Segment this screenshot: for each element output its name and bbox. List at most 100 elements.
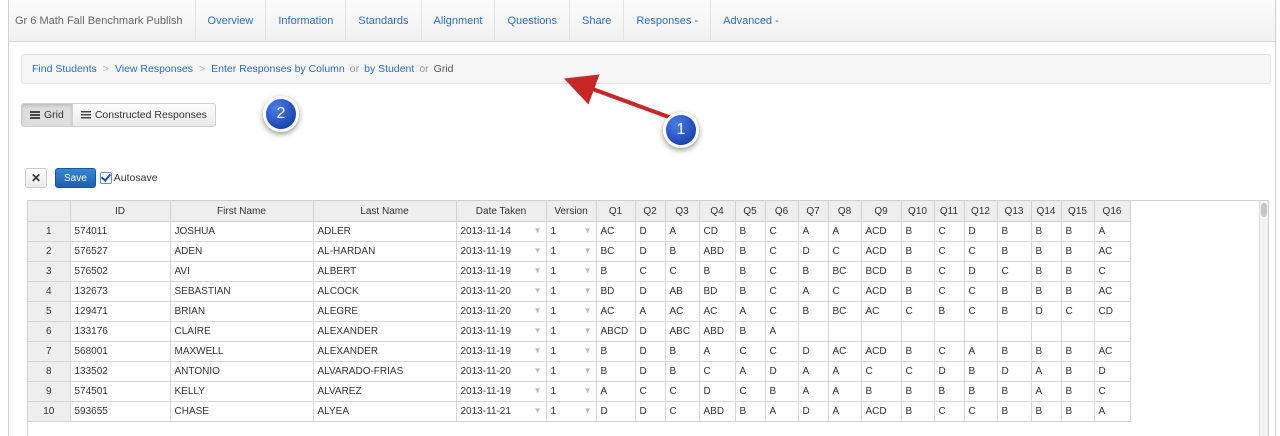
- response-cell[interactable]: BC: [596, 241, 636, 262]
- response-cell[interactable]: [828, 321, 862, 342]
- response-cell[interactable]: B: [997, 301, 1032, 322]
- response-cell[interactable]: C: [765, 241, 799, 262]
- response-cell[interactable]: BC: [828, 261, 862, 282]
- response-cell[interactable]: [964, 321, 998, 342]
- version-cell[interactable]: 1 ▼: [546, 361, 597, 382]
- response-cell[interactable]: B: [1061, 341, 1095, 362]
- student-cell[interactable]: ALVAREZ: [313, 381, 457, 402]
- dropdown-arrow-icon[interactable]: ▼: [584, 326, 592, 335]
- dropdown-arrow-icon[interactable]: ▼: [534, 326, 542, 335]
- response-cell[interactable]: B: [1031, 281, 1062, 302]
- column-header[interactable]: Q16: [1094, 201, 1131, 222]
- response-cell[interactable]: C: [861, 361, 902, 382]
- autosave-checkbox[interactable]: [99, 172, 112, 184]
- response-cell[interactable]: ACD: [861, 341, 902, 362]
- scrollbar-thumb[interactable]: [1261, 203, 1267, 217]
- student-cell[interactable]: ANTONIO: [170, 361, 314, 382]
- date-taken-cell[interactable]: 2013-11-14 ▼: [456, 221, 547, 242]
- column-header[interactable]: First Name: [170, 201, 314, 222]
- response-cell[interactable]: B: [901, 281, 935, 302]
- column-header[interactable]: Q13: [997, 201, 1032, 222]
- date-taken-cell[interactable]: 2013-11-20 ▼: [456, 301, 547, 322]
- response-cell[interactable]: B: [798, 301, 829, 322]
- response-cell[interactable]: A: [665, 221, 700, 242]
- response-cell[interactable]: D: [635, 361, 666, 382]
- response-cell[interactable]: C: [635, 381, 666, 402]
- student-cell[interactable]: 574501: [70, 381, 171, 402]
- date-taken-cell[interactable]: 2013-11-19 ▼: [456, 341, 547, 362]
- response-cell[interactable]: D: [765, 361, 799, 382]
- response-cell[interactable]: D: [635, 341, 666, 362]
- response-cell[interactable]: B: [997, 341, 1032, 362]
- response-cell[interactable]: AC: [1094, 341, 1131, 362]
- response-cell[interactable]: D: [635, 401, 666, 422]
- response-cell[interactable]: B: [665, 241, 700, 262]
- response-cell[interactable]: [901, 321, 935, 342]
- response-cell[interactable]: B: [735, 221, 766, 242]
- response-cell[interactable]: C: [699, 361, 736, 382]
- breadcrumb-find-students[interactable]: Find Students: [32, 63, 97, 75]
- response-cell[interactable]: BC: [828, 301, 862, 322]
- dropdown-arrow-icon[interactable]: ▼: [584, 346, 592, 355]
- response-cell[interactable]: AB: [665, 281, 700, 302]
- response-cell[interactable]: CD: [1094, 301, 1131, 322]
- dropdown-arrow-icon[interactable]: ▼: [534, 286, 542, 295]
- response-cell[interactable]: A: [765, 321, 799, 342]
- response-cell[interactable]: BD: [699, 281, 736, 302]
- response-cell[interactable]: D: [964, 221, 998, 242]
- response-cell[interactable]: A: [635, 301, 666, 322]
- response-cell[interactable]: A: [1094, 221, 1131, 242]
- response-cell[interactable]: B: [901, 221, 935, 242]
- response-cell[interactable]: C: [635, 261, 666, 282]
- column-header[interactable]: Q10: [901, 201, 935, 222]
- date-taken-cell[interactable]: 2013-11-19 ▼: [456, 241, 547, 262]
- response-cell[interactable]: C: [964, 281, 998, 302]
- expand-icon[interactable]: ✕: [25, 168, 47, 188]
- column-header[interactable]: Q5: [735, 201, 766, 222]
- response-cell[interactable]: B: [1061, 361, 1095, 382]
- student-cell[interactable]: 133502: [70, 361, 171, 382]
- response-cell[interactable]: B: [735, 241, 766, 262]
- response-cell[interactable]: B: [1061, 241, 1095, 262]
- response-cell[interactable]: C: [665, 381, 700, 402]
- response-cell[interactable]: D: [798, 241, 829, 262]
- response-cell[interactable]: B: [901, 381, 935, 402]
- response-cell[interactable]: B: [1031, 241, 1062, 262]
- nav-questions[interactable]: Questions: [494, 0, 569, 42]
- version-cell[interactable]: 1 ▼: [546, 321, 597, 342]
- response-cell[interactable]: ABD: [699, 241, 736, 262]
- response-cell[interactable]: C: [934, 281, 965, 302]
- response-cell[interactable]: B: [735, 281, 766, 302]
- response-cell[interactable]: ABD: [699, 321, 736, 342]
- response-cell[interactable]: B: [1061, 221, 1095, 242]
- version-cell[interactable]: 1 ▼: [546, 301, 597, 322]
- column-header[interactable]: Last Name: [313, 201, 457, 222]
- response-cell[interactable]: A: [798, 361, 829, 382]
- response-cell[interactable]: B: [1031, 401, 1062, 422]
- column-header[interactable]: Q2: [635, 201, 666, 222]
- dropdown-arrow-icon[interactable]: ▼: [584, 406, 592, 415]
- breadcrumb-enter-by-column[interactable]: Enter Responses by Column: [211, 63, 345, 75]
- response-cell[interactable]: AC: [596, 221, 636, 242]
- response-cell[interactable]: AC: [1094, 281, 1131, 302]
- response-cell[interactable]: C: [934, 241, 965, 262]
- response-cell[interactable]: C: [735, 381, 766, 402]
- version-cell[interactable]: 1 ▼: [546, 401, 597, 422]
- nav-overview[interactable]: Overview: [194, 0, 266, 42]
- dropdown-arrow-icon[interactable]: ▼: [534, 306, 542, 315]
- column-header[interactable]: Q15: [1061, 201, 1095, 222]
- response-cell[interactable]: B: [861, 381, 902, 402]
- response-cell[interactable]: B: [1061, 381, 1095, 402]
- response-cell[interactable]: B: [1031, 221, 1062, 242]
- response-cell[interactable]: B: [596, 261, 636, 282]
- student-cell[interactable]: ALVARADO-FRIAS: [313, 361, 457, 382]
- nav-alignment[interactable]: Alignment: [420, 0, 495, 42]
- response-cell[interactable]: C: [964, 241, 998, 262]
- response-cell[interactable]: D: [635, 281, 666, 302]
- response-cell[interactable]: A: [798, 281, 829, 302]
- response-cell[interactable]: C: [1094, 381, 1131, 402]
- column-header[interactable]: ID: [70, 201, 171, 222]
- response-cell[interactable]: A: [1031, 361, 1062, 382]
- response-cell[interactable]: D: [934, 361, 965, 382]
- dropdown-arrow-icon[interactable]: ▼: [584, 386, 592, 395]
